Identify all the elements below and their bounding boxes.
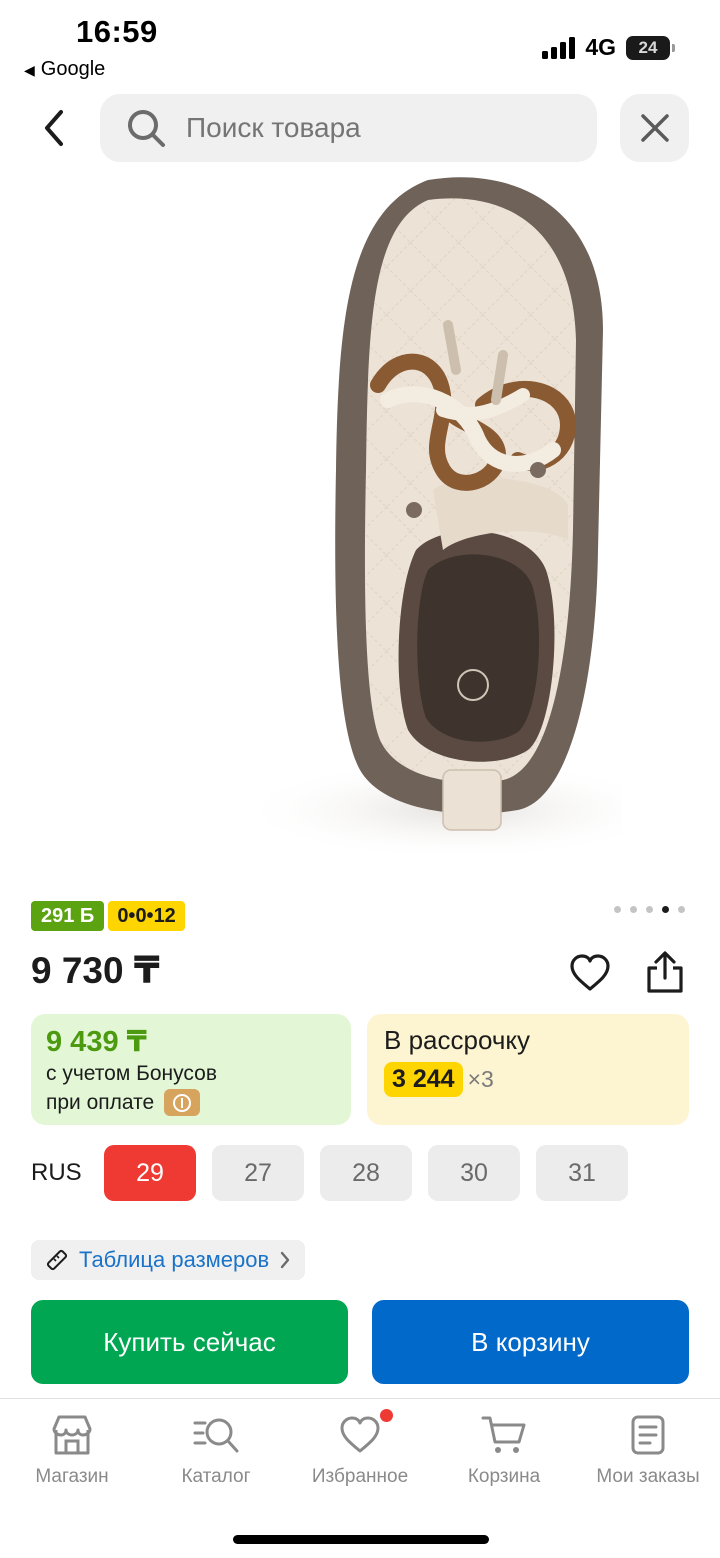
shoe-photo bbox=[98, 170, 622, 884]
search-bar[interactable] bbox=[100, 94, 597, 162]
store-icon bbox=[50, 1413, 94, 1457]
tab-label: Избранное bbox=[311, 1466, 409, 1487]
ruler-icon bbox=[46, 1249, 68, 1271]
battery-icon: 24 bbox=[626, 35, 675, 60]
back-button[interactable] bbox=[26, 100, 82, 156]
pager-dot-active bbox=[662, 906, 669, 913]
size-selector: 29 27 28 30 31 bbox=[104, 1145, 628, 1201]
search-icon bbox=[126, 108, 166, 148]
back-to-app-link[interactable]: ◀ Google bbox=[24, 58, 105, 81]
search-input[interactable] bbox=[186, 112, 546, 144]
product-image[interactable] bbox=[98, 170, 622, 884]
bonus-price-card[interactable]: 9 439 ₸ с учетом Бонусов при оплате bbox=[31, 1014, 351, 1125]
close-button[interactable] bbox=[620, 94, 689, 162]
product-price: 9 730 ₸ bbox=[31, 950, 160, 991]
pager-dot bbox=[630, 906, 637, 913]
tab-label: Корзина bbox=[467, 1466, 541, 1487]
catalog-search-icon bbox=[192, 1413, 240, 1457]
chevron-right-icon bbox=[281, 1251, 290, 1269]
back-app-label: Google bbox=[40, 58, 106, 80]
size-option-selected[interactable]: 29 bbox=[104, 1145, 196, 1201]
size-table-link[interactable]: Таблица размеров bbox=[31, 1240, 306, 1280]
size-option[interactable]: 30 bbox=[428, 1145, 520, 1201]
chevron-left-icon bbox=[45, 110, 63, 146]
share-icon bbox=[647, 951, 683, 993]
pager-dot bbox=[614, 906, 621, 913]
tab-label: Мои заказы bbox=[596, 1466, 700, 1487]
installment-title: В рассрочку bbox=[384, 1025, 531, 1055]
bonus-price: 9 439 ₸ bbox=[46, 1026, 147, 1058]
cart-icon bbox=[481, 1413, 527, 1457]
share-button[interactable] bbox=[641, 948, 689, 996]
status-indicators: 4G 24 bbox=[542, 34, 675, 61]
bonus-desc-line2: при оплате bbox=[46, 1089, 336, 1116]
notification-dot bbox=[380, 1409, 393, 1422]
orders-icon bbox=[630, 1413, 666, 1457]
heart-icon bbox=[570, 954, 610, 991]
network-type: 4G bbox=[585, 34, 616, 60]
size-option[interactable]: 28 bbox=[320, 1145, 412, 1201]
size-option[interactable]: 31 bbox=[536, 1145, 628, 1201]
home-indicator[interactable] bbox=[233, 1535, 489, 1544]
bonus-desc-line1: с учетом Бонусов bbox=[46, 1062, 217, 1085]
heart-icon bbox=[339, 1409, 393, 1457]
installment-amount: 3 244 bbox=[384, 1062, 463, 1097]
favorite-button[interactable] bbox=[566, 950, 614, 996]
product-badges: 291 Б 0•0•12 bbox=[31, 901, 185, 931]
tab-orders[interactable]: Мои заказы bbox=[583, 1413, 713, 1488]
tab-favorites[interactable]: Избранное bbox=[295, 1409, 425, 1488]
installment-badge: 0•0•12 bbox=[108, 901, 185, 931]
bonus-desc-text: при оплате bbox=[46, 1090, 155, 1114]
status-time: 16:59 bbox=[76, 14, 158, 49]
buy-now-button[interactable]: Купить сейчас bbox=[31, 1300, 348, 1384]
add-to-cart-button[interactable]: В корзину bbox=[372, 1300, 689, 1384]
tab-store[interactable]: Магазин bbox=[7, 1413, 137, 1488]
installment-card[interactable]: В рассрочку 3 244 ×3 bbox=[367, 1014, 689, 1125]
tab-label: Магазин bbox=[35, 1466, 109, 1487]
size-option[interactable]: 27 bbox=[212, 1145, 304, 1201]
bonus-badge: 291 Б bbox=[31, 901, 105, 931]
signal-icon bbox=[542, 36, 576, 59]
tab-catalog[interactable]: Каталог bbox=[151, 1413, 281, 1488]
back-triangle-icon: ◀ bbox=[24, 62, 35, 78]
image-pager bbox=[614, 906, 685, 913]
size-system-label: RUS bbox=[31, 1159, 82, 1186]
tab-cart[interactable]: Корзина bbox=[439, 1413, 569, 1488]
pager-dot bbox=[678, 906, 685, 913]
tab-label: Каталог bbox=[181, 1466, 251, 1487]
size-table-label: Таблица размеров bbox=[79, 1247, 270, 1272]
installment-row: 3 244 ×3 bbox=[384, 1062, 672, 1097]
installment-times: ×3 bbox=[467, 1066, 494, 1092]
pager-dot bbox=[646, 906, 653, 913]
bottom-tab-bar: Магазин Каталог Избранное Корзина Мои за… bbox=[0, 1398, 720, 1558]
status-bar: 16:59 ◀ Google 4G 24 bbox=[0, 0, 720, 90]
close-icon bbox=[640, 114, 669, 142]
card-payment-icon bbox=[164, 1089, 201, 1116]
